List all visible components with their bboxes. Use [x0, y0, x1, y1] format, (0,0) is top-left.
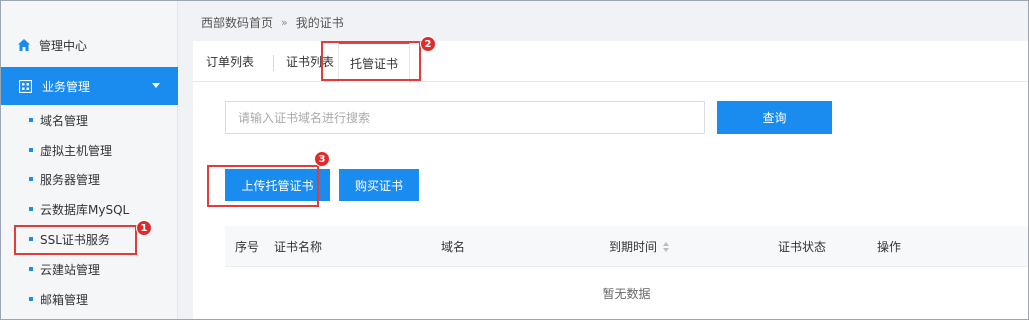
column-cert-name: 证书名称 — [274, 240, 323, 254]
sidebar: 管理中心 业务管理 域名管理 虚拟主机管理 服务器管理 云数据库MySQL SS… — [1, 1, 178, 319]
sidebar-item-label: 虚拟主机管理 — [40, 143, 113, 158]
grid-icon — [19, 79, 32, 93]
step-badge-1: 1 — [136, 220, 152, 236]
sidebar-item-mysql[interactable]: 云数据库MySQL — [1, 198, 178, 220]
sidebar-home-label: 管理中心 — [39, 38, 88, 53]
sidebar-business-label: 业务管理 — [42, 79, 91, 94]
highlight-box-ssl — [14, 225, 137, 255]
step-badge-3: 3 — [314, 151, 330, 167]
bullet-icon — [29, 118, 33, 122]
highlight-box-tab — [321, 41, 421, 81]
sidebar-item-hosting[interactable]: 虚拟主机管理 — [1, 139, 178, 161]
sidebar-item-server[interactable]: 服务器管理 — [1, 168, 178, 190]
sidebar-item-domain[interactable]: 域名管理 — [1, 109, 178, 131]
sidebar-item-label: 域名管理 — [40, 113, 89, 128]
column-index: 序号 — [235, 240, 260, 254]
tab-orders[interactable]: 订单列表 — [206, 41, 254, 82]
breadcrumb-home-link[interactable]: 西部数码首页 — [201, 14, 273, 31]
breadcrumb: 西部数码首页 » 我的证书 — [201, 14, 344, 31]
column-domain: 域名 — [441, 240, 466, 254]
highlight-box-upload — [207, 165, 319, 207]
table-header: 序号 证书名称 域名 到期时间 证书状态 操作 — [225, 226, 1028, 267]
bullet-icon — [29, 297, 33, 301]
buy-certificate-button[interactable]: 购买证书 — [339, 169, 419, 201]
sort-icon[interactable] — [663, 241, 670, 252]
sidebar-item-business[interactable]: 业务管理 — [1, 67, 178, 105]
bullet-icon — [29, 267, 33, 271]
empty-state: 暂无数据 — [602, 287, 651, 301]
bullet-icon — [29, 177, 33, 181]
main-content: 西部数码首页 » 我的证书 订单列表 证书列表 托管证书 查询 上传托管证书 购… — [179, 1, 1028, 319]
breadcrumb-current: 我的证书 — [295, 16, 344, 30]
column-expiry[interactable]: 到期时间 — [609, 226, 670, 267]
step-badge-2: 2 — [420, 36, 436, 52]
bullet-icon — [29, 148, 33, 152]
sidebar-item-sitebuilder[interactable]: 云建站管理 — [1, 258, 178, 280]
column-actions: 操作 — [877, 240, 902, 254]
tab-orders-label: 订单列表 — [206, 55, 255, 69]
column-expiry-label: 到期时间 — [609, 240, 658, 254]
sidebar-item-label: 云数据库MySQL — [40, 202, 130, 217]
sidebar-item-home[interactable]: 管理中心 — [1, 27, 178, 63]
sidebar-item-label: 服务器管理 — [40, 172, 101, 187]
tab-divider — [273, 55, 274, 71]
query-button[interactable]: 查询 — [717, 101, 832, 134]
home-icon — [18, 39, 30, 51]
sidebar-item-label: 邮箱管理 — [40, 292, 89, 307]
sidebar-item-mail[interactable]: 邮箱管理 — [1, 288, 178, 310]
tab-bar: 订单列表 证书列表 托管证书 — [193, 41, 1028, 83]
column-status: 证书状态 — [778, 240, 827, 254]
search-input[interactable] — [225, 101, 705, 134]
bullet-icon — [29, 207, 33, 211]
chevron-down-icon — [152, 83, 160, 88]
sidebar-item-label: 云建站管理 — [40, 262, 101, 277]
breadcrumb-separator: » — [281, 16, 288, 29]
